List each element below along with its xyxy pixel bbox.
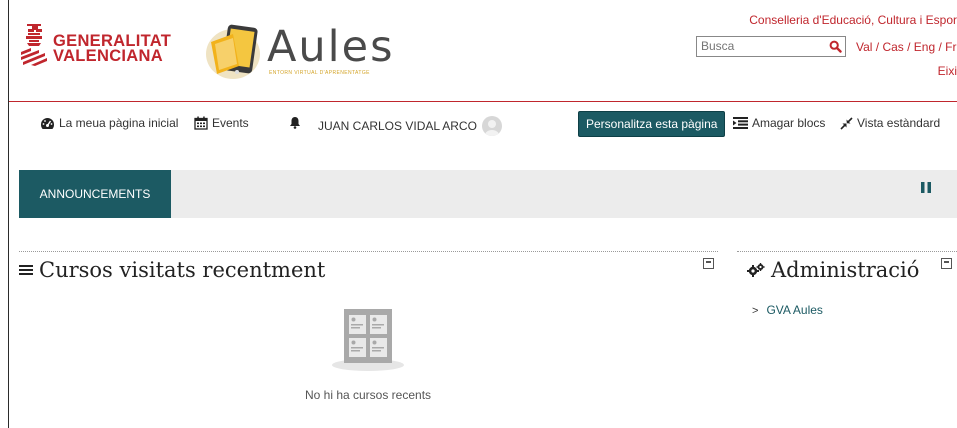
nav-home-label: La meua pàgina inicial [59, 116, 179, 130]
user-menu[interactable]: JUAN CARLOS VIDAL ARCO [318, 116, 502, 136]
administration-title: Administració [747, 258, 919, 282]
announcements-tab[interactable]: ANNOUNCEMENTS [19, 170, 171, 218]
search-box [696, 36, 846, 57]
user-name: JUAN CARLOS VIDAL ARCO [318, 119, 477, 133]
recent-courses-heading: Cursos visitats recentment [39, 258, 326, 282]
user-avatar-icon [484, 120, 499, 136]
block-divider-left [19, 251, 718, 252]
customise-page-button[interactable]: Personalitza esta pàgina [578, 111, 726, 137]
nav-home-link[interactable]: La meua pàgina inicial [40, 116, 178, 130]
aules-tagline: ENTORN VIRTUAL D'APRENENTATGE [269, 70, 370, 76]
hamburger-icon [19, 265, 33, 275]
gva-line2: VALENCIANA [53, 47, 163, 65]
generalitat-wordmark: GENERALITAT VALENCIANA [53, 33, 171, 65]
standard-view-label: Vista estàndard [857, 116, 941, 130]
indent-icon [733, 117, 748, 129]
search-input[interactable] [701, 39, 811, 53]
collapse-recent-courses-icon[interactable] [703, 258, 714, 269]
chevron-right-icon: > [752, 305, 759, 317]
aules-tablet-icon [206, 24, 260, 79]
bell-icon [290, 117, 300, 129]
language-selector[interactable]: Val / Cas / Eng / Fra [856, 40, 957, 54]
aules-title: Aules [267, 22, 395, 72]
pause-icon[interactable] [921, 182, 931, 193]
compress-icon [840, 116, 853, 130]
standard-view-button[interactable]: Vista estàndard [840, 116, 940, 130]
administration-heading: Administració [771, 258, 920, 282]
generalitat-emblem-icon [21, 24, 47, 66]
collapse-administration-icon[interactable] [941, 258, 952, 269]
logout-link[interactable]: Eixi [938, 64, 957, 78]
nav-events-label: Events [212, 116, 249, 130]
empty-courses-message: No hi ha cursos recents [304, 388, 432, 402]
nav-events-link[interactable]: Events [194, 116, 249, 130]
announcements-bar: ANNOUNCEMENTS [19, 170, 957, 218]
empty-courses-illustration-icon [332, 309, 404, 371]
admin-tree-item-label: GVA Aules [766, 303, 823, 317]
recent-courses-title: Cursos visitats recentment [19, 258, 325, 282]
hide-blocks-button[interactable]: Amagar blocs [733, 116, 825, 130]
calendar-icon [194, 116, 208, 130]
conselleria-link[interactable]: Conselleria d'Educació, Cultura i Espor [749, 13, 957, 27]
aules-logo[interactable]: Aules ENTORN VIRTUAL D'APRENENTATGE [203, 20, 393, 80]
dashboard-icon [40, 117, 55, 129]
site-header: GENERALITAT VALENCIANA Aules ENTORN VIRT… [9, 0, 957, 102]
hide-blocks-label: Amagar blocs [752, 116, 826, 130]
generalitat-logo[interactable]: GENERALITAT VALENCIANA [21, 22, 171, 66]
cogs-icon [747, 263, 765, 277]
notifications-button[interactable] [289, 116, 305, 129]
search-icon[interactable] [829, 40, 842, 53]
avatar [481, 116, 502, 136]
user-navbar: La meua pàgina inicial Events JUAN CARLO… [9, 102, 957, 146]
admin-tree-item[interactable]: > GVA Aules [752, 303, 823, 317]
block-divider-right [737, 251, 957, 252]
